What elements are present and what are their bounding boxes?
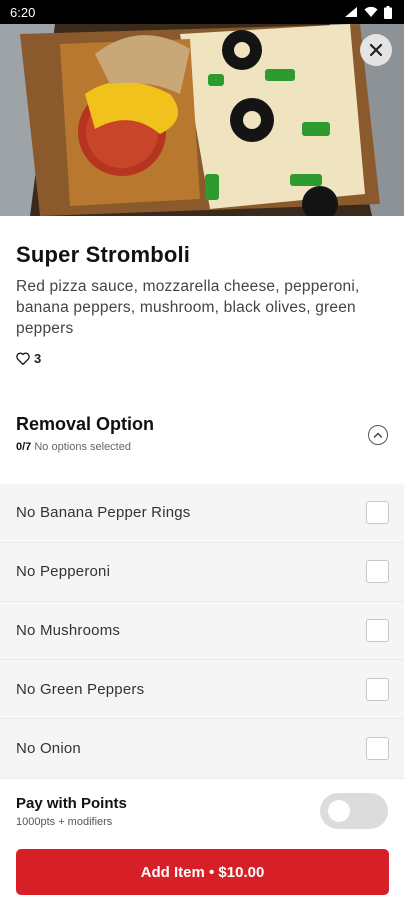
heart-icon [16,352,30,365]
section-title: Removal Option [16,414,155,434]
selection-status: 0/7 No options selected [16,441,388,453]
option-label: No Mushrooms [16,621,121,639]
option-checkbox[interactable] [366,560,389,584]
status-bar: 6:20 [0,0,404,24]
status-icons [344,5,392,19]
selection-status-text: No options selected [34,441,131,453]
like-count: 3 [34,351,42,366]
points-text: Pay with Points 1000pts + modifiers [16,795,127,828]
battery-icon [384,5,392,19]
option-no-pepperoni[interactable]: No Pepperoni [0,543,404,602]
option-no-mushrooms[interactable]: No Mushrooms [0,602,404,661]
collapse-button[interactable] [368,425,388,445]
item-title: Super Stromboli [16,242,191,267]
removal-option-header[interactable]: Removal Option 0/7 No options selected [0,400,404,482]
selection-count: 0/7 [16,441,32,453]
item-photo [0,24,404,216]
option-checkbox[interactable] [366,501,389,525]
points-subtitle: 1000pts + modifiers [16,815,113,828]
toggle-knob [328,800,350,822]
order-footer: Pay with Points 1000pts + modifiers Add … [0,778,404,900]
close-icon [369,43,383,57]
like-counter[interactable]: 3 [16,351,388,366]
option-checkbox[interactable] [366,618,389,642]
option-no-green-peppers[interactable]: No Green Peppers [0,660,404,720]
signal-icon [345,7,357,17]
wifi-icon [364,6,378,17]
removal-options-list: No Banana Pepper Rings No Pepperoni No M… [0,484,404,778]
add-item-button[interactable]: Add Item • $10.00 [16,849,389,895]
option-no-banana-pepper-rings[interactable]: No Banana Pepper Rings [0,484,404,543]
pay-with-points-row: Pay with Points 1000pts + modifiers [0,779,404,829]
option-label: No Green Peppers [16,680,145,698]
option-label: No Banana Pepper Rings [16,504,191,522]
points-title: Pay with Points [16,794,127,812]
pay-with-points-toggle[interactable] [320,793,388,829]
item-info: Super Stromboli Red pizza sauce, mozzare… [0,216,404,366]
option-label: No Pepperoni [16,563,111,581]
chevron-up-icon [373,432,383,438]
stromboli-image [0,24,404,216]
status-time: 6:20 [10,4,36,20]
option-no-onion[interactable]: No Onion [0,719,404,778]
option-checkbox[interactable] [366,677,389,701]
close-button[interactable] [360,34,392,66]
item-description: Red pizza sauce, mozzarella cheese, pepp… [16,278,360,337]
option-checkbox[interactable] [366,737,389,761]
option-label: No Onion [16,740,81,758]
